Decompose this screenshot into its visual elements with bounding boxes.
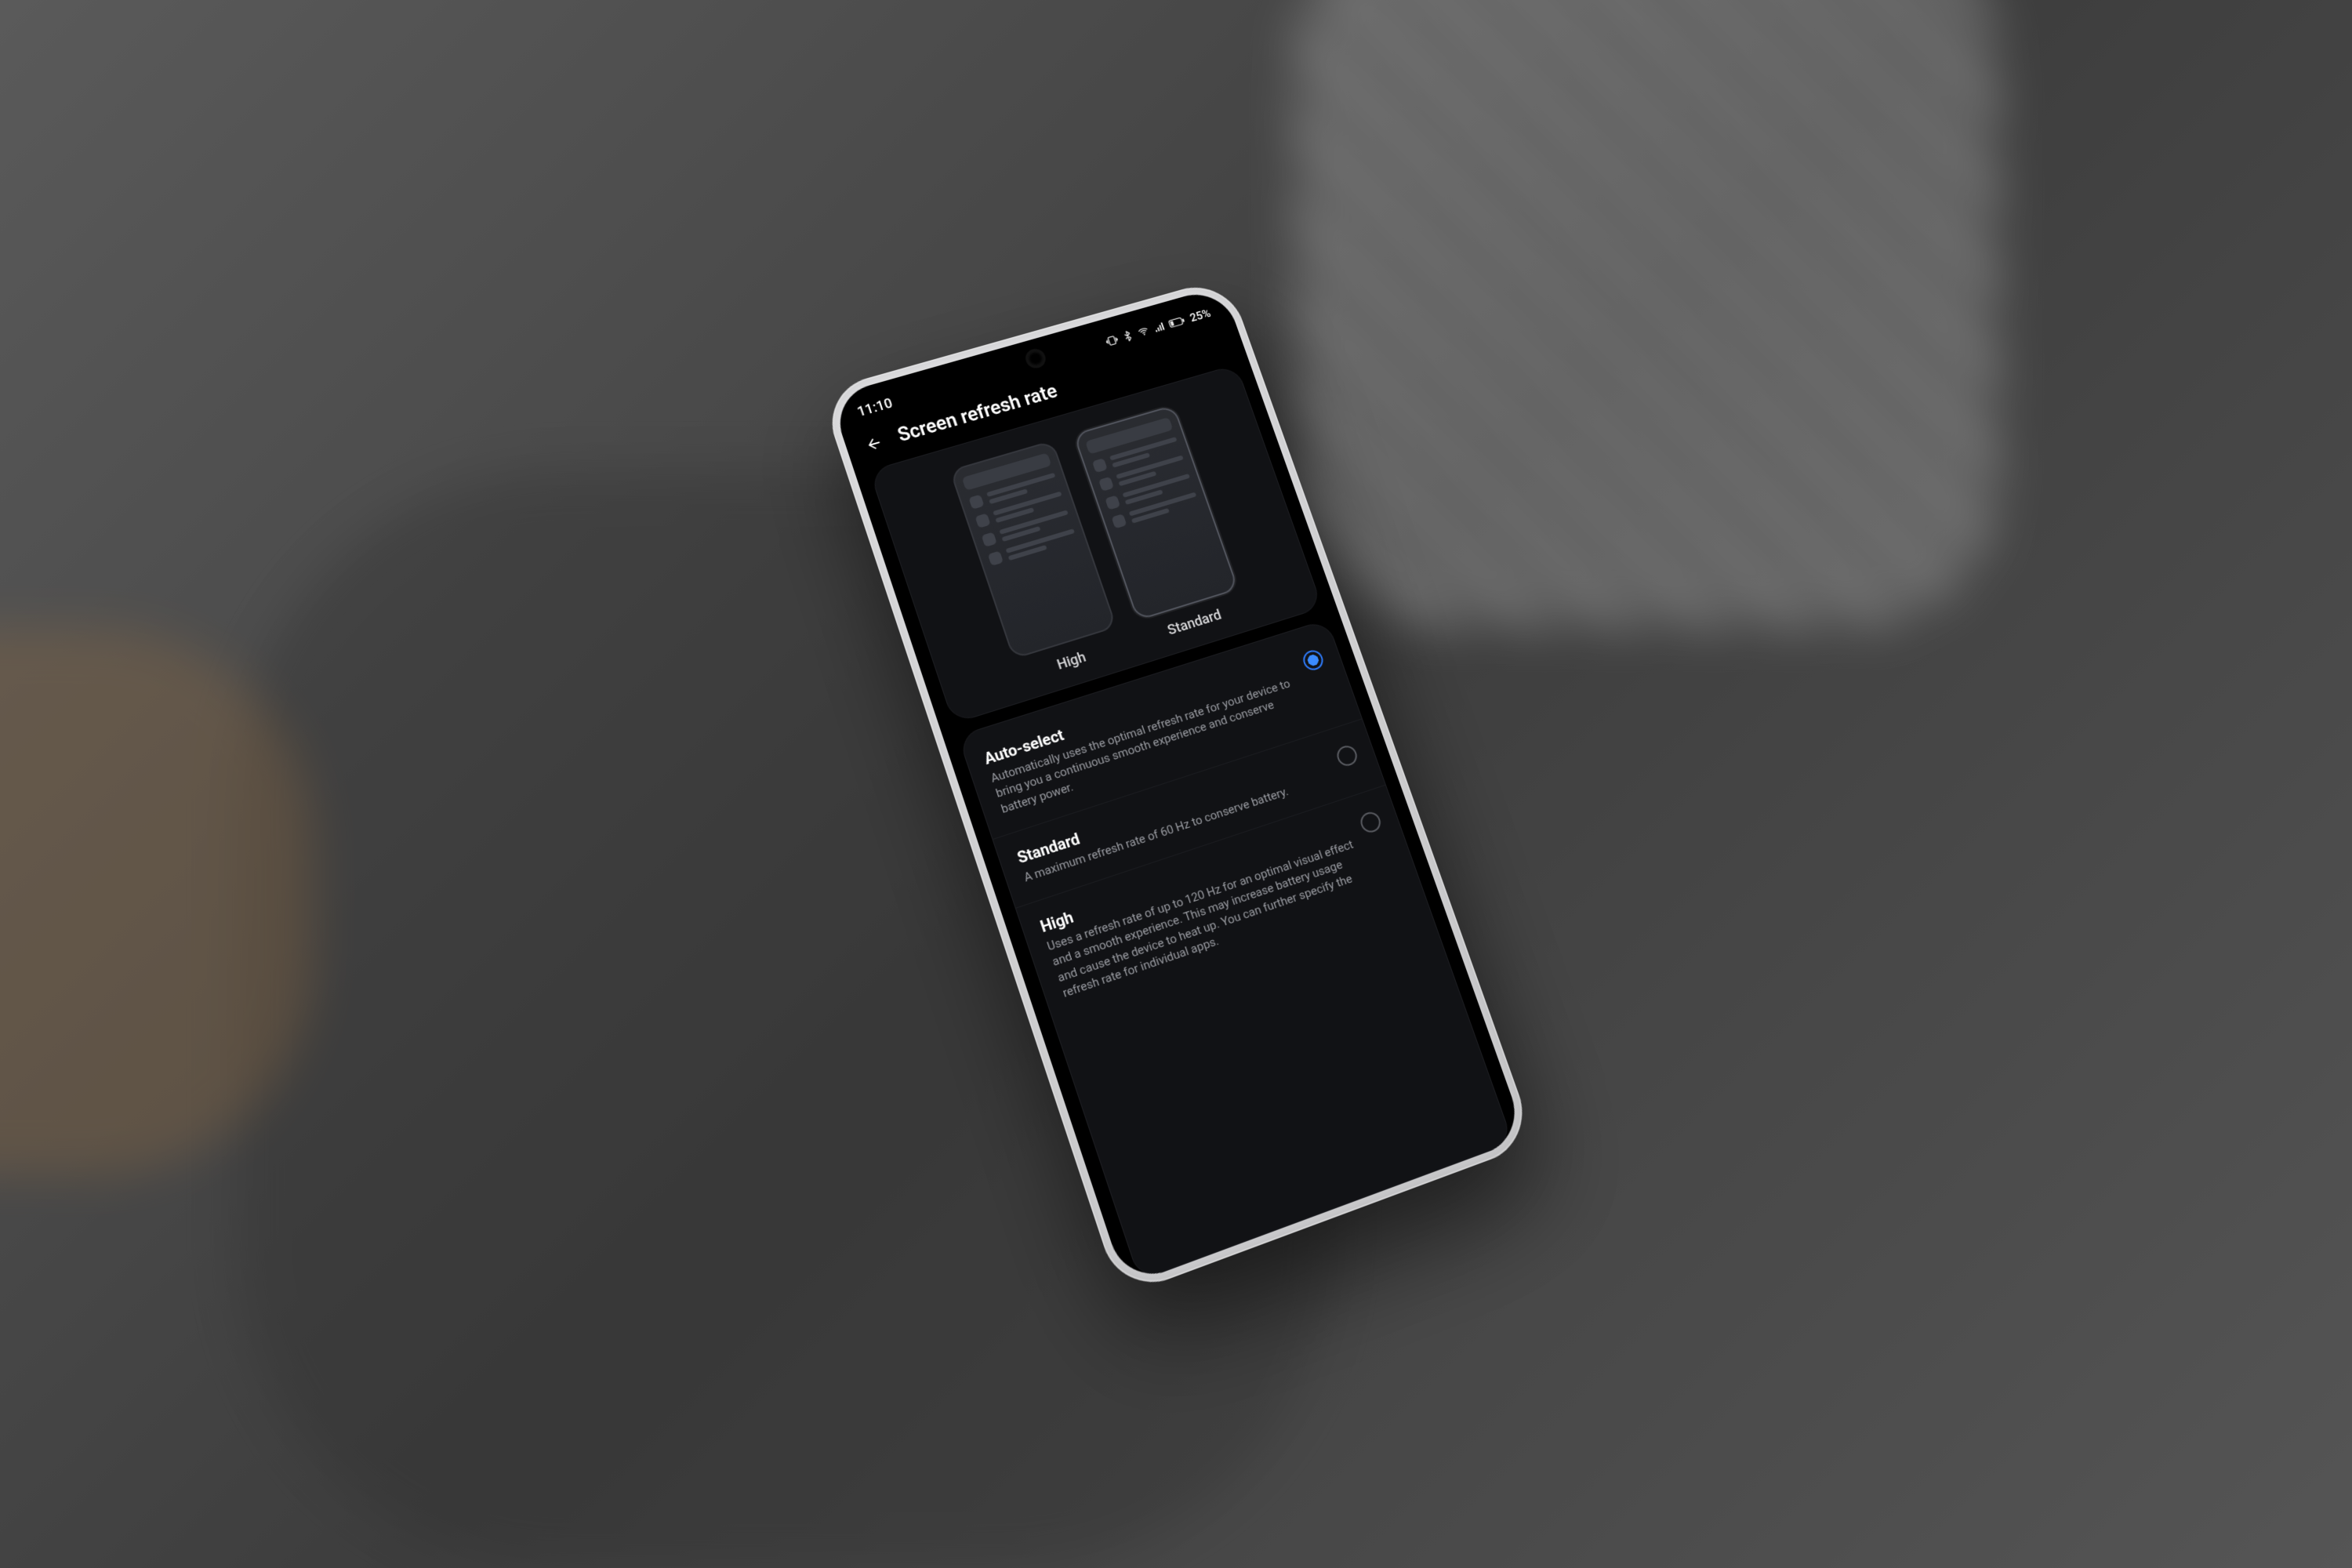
preview-label: High — [1055, 649, 1088, 673]
vowifi-icon — [1135, 324, 1151, 338]
battery-percentage: 25% — [1188, 306, 1212, 324]
back-button[interactable] — [861, 431, 887, 456]
bluetooth-icon — [1120, 328, 1135, 343]
vibrate-icon — [1104, 333, 1120, 347]
signal-icon — [1151, 320, 1167, 334]
radio-high[interactable] — [1358, 810, 1383, 835]
preview-label: Standard — [1166, 607, 1224, 638]
radio-standard[interactable] — [1334, 743, 1359, 768]
back-arrow-icon — [863, 434, 885, 454]
status-time: 11:10 — [855, 395, 895, 420]
radio-auto-select[interactable] — [1301, 648, 1326, 672]
battery-icon — [1167, 314, 1186, 330]
